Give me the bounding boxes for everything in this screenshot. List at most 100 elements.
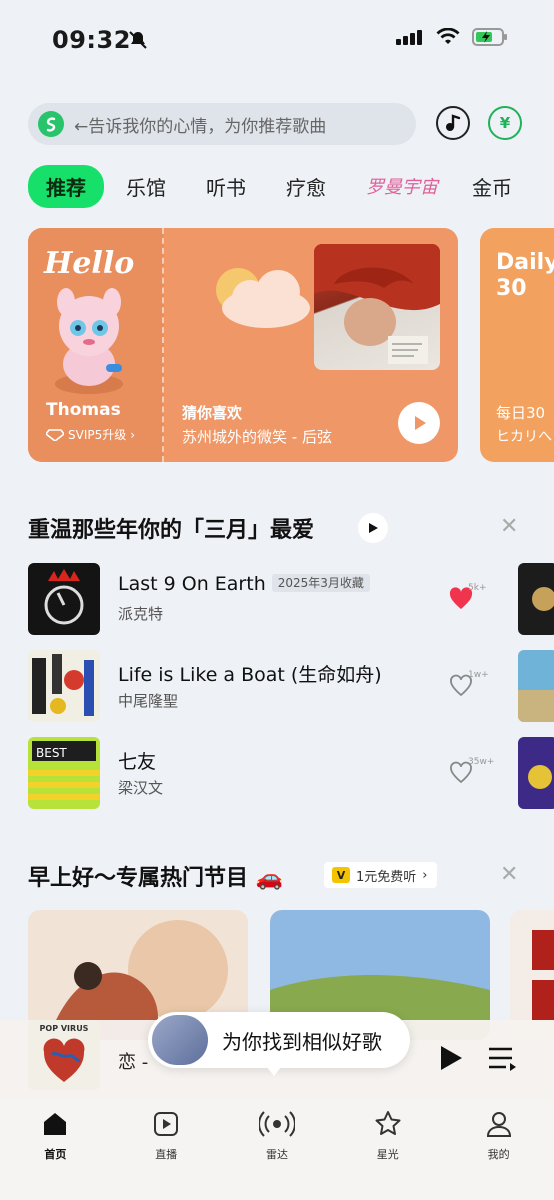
song-title: 七友 xyxy=(118,751,157,773)
close-icon[interactable]: ✕ xyxy=(500,514,518,539)
tab-music-hall[interactable]: 乐馆 xyxy=(126,172,166,201)
song-title: Last 9 On Earth 2025年3月收藏 xyxy=(118,573,370,595)
play-icon xyxy=(415,416,426,430)
tab-healing[interactable]: 疗愈 xyxy=(286,172,326,201)
tip-tail xyxy=(266,1066,282,1076)
song-row[interactable]: BEST 七友 梁汉文 35w+ xyxy=(28,737,554,809)
song-row[interactable]: Life is Like a Boat (生命如舟) 中尾隆聖 1w+ xyxy=(28,650,554,722)
cover-text: POP VIRUS xyxy=(39,1024,89,1033)
wifi-icon xyxy=(436,28,460,44)
nav-label: 星光 xyxy=(376,1148,399,1161)
like-count: 1w+ xyxy=(468,670,489,680)
next-page-thumb[interactable] xyxy=(518,737,554,809)
radar-icon xyxy=(258,1111,295,1137)
mini-player-title: 恋 - xyxy=(118,1052,149,1073)
search-bar[interactable]: ←告诉我你的心情，为你推荐歌曲 xyxy=(28,103,416,145)
search-placeholder: ←告诉我你的心情，为你推荐歌曲 xyxy=(74,116,327,137)
nav-home[interactable]: 首页 xyxy=(0,1100,111,1200)
status-time: 09:32 xyxy=(52,26,131,54)
nav-live[interactable]: 直播 xyxy=(111,1100,222,1200)
song-artist[interactable]: 梁汉文 xyxy=(118,777,163,798)
play-icon[interactable] xyxy=(438,1044,464,1072)
mascot-image xyxy=(55,288,123,394)
tab-gold-coin[interactable]: 金币 xyxy=(472,172,512,201)
guess-you-like-label: 猜你喜欢 xyxy=(182,404,243,422)
status-bar: 09:32 xyxy=(0,0,554,80)
chevron-right-icon: › xyxy=(130,427,136,442)
daily-30-card[interactable]: Daily 30 每日30 ヒカリへ xyxy=(480,228,554,462)
hero-play-button[interactable] xyxy=(398,402,440,444)
song-artist[interactable]: 中尾隆聖 xyxy=(118,690,178,711)
nav-profile[interactable]: 我的 xyxy=(443,1100,554,1200)
similar-song-cover xyxy=(152,1015,208,1065)
music-recognition-button[interactable] xyxy=(436,106,470,140)
nav-label: 首页 xyxy=(44,1148,67,1161)
collection-tag: 2025年3月收藏 xyxy=(271,574,370,592)
section-title-march: 重温那些年你的「三月」最爱 xyxy=(28,518,315,543)
like-count: 5k+ xyxy=(468,583,487,593)
tab-romance-universe[interactable]: 罗曼宇宙 xyxy=(366,173,438,199)
vip-upgrade-link[interactable]: SVIP5升级 › xyxy=(46,426,135,443)
battery-icon xyxy=(472,28,507,46)
daily-30-title: Daily 30 xyxy=(496,250,554,303)
nav-radar[interactable]: 雷达 xyxy=(222,1100,333,1200)
home-icon xyxy=(44,1113,67,1135)
diamond-icon xyxy=(46,428,64,441)
svg-text:BEST: BEST xyxy=(36,746,67,760)
chevron-right-icon: › xyxy=(422,867,428,883)
song-title: Life is Like a Boat (生命如舟) xyxy=(118,664,382,686)
tab-recommend[interactable]: 推荐 xyxy=(28,164,104,208)
mini-player-cover[interactable]: POP VIRUS xyxy=(28,1020,100,1090)
hello-text: Hello xyxy=(44,246,135,281)
mute-bell-icon xyxy=(129,31,147,49)
song-artist[interactable]: 派克特 xyxy=(118,603,163,624)
live-icon xyxy=(154,1112,179,1136)
similar-song-tip[interactable]: 为你找到相似好歌 xyxy=(148,1012,410,1068)
nav-label: 直播 xyxy=(155,1148,178,1161)
daily-30-sub: 每日30 xyxy=(496,404,546,422)
user-card[interactable]: Hello Thomas SVIP5升级 › xyxy=(28,228,164,462)
daily-title-line1: Daily xyxy=(496,250,554,275)
recommend-hero-card[interactable]: Hello Thomas SVIP5升级 › 猜你喜欢 苏州城外的微笑 - 后弦 xyxy=(28,228,458,462)
daily-30-sub2: ヒカリへ xyxy=(496,429,552,445)
promo-label: 1元免费听 xyxy=(356,869,417,885)
profile-icon xyxy=(486,1112,511,1137)
nav-label: 我的 xyxy=(487,1148,510,1161)
singer-portrait xyxy=(314,244,440,364)
playlist-icon[interactable] xyxy=(488,1046,518,1072)
user-name: Thomas xyxy=(46,400,121,420)
signal-icon xyxy=(396,30,422,45)
song-title-text: Last 9 On Earth xyxy=(118,573,266,595)
bottom-nav: 首页 直播 雷达 星光 我的 xyxy=(0,1100,554,1200)
like-count: 35w+ xyxy=(468,757,495,767)
heart-sculpture-icon xyxy=(43,1038,85,1082)
song-cover-image xyxy=(28,650,100,722)
close-icon[interactable]: ✕ xyxy=(500,862,518,887)
daily-title-line2: 30 xyxy=(496,276,527,302)
nav-starlight[interactable]: 星光 xyxy=(332,1100,443,1200)
ai-assistant-icon xyxy=(38,111,64,137)
music-note-icon xyxy=(446,114,461,131)
sun-cloud-icon xyxy=(216,268,310,328)
tip-text: 为你找到相似好歌 xyxy=(222,1029,382,1054)
promo-badge[interactable]: V 1元免费听 › xyxy=(324,862,438,888)
category-tabs: 推荐 乐馆 听书 疗愈 罗曼宇宙 金币 xyxy=(28,164,552,208)
coin-button[interactable]: ¥ xyxy=(488,106,522,140)
vip-badge-icon: V xyxy=(332,867,350,883)
hero-song-title[interactable]: 苏州城外的微笑 - 后弦 xyxy=(182,426,332,447)
section-title-morning: 早上好～专属热门节目 🚗 xyxy=(28,866,284,891)
star-icon xyxy=(375,1111,401,1135)
song-cover-image xyxy=(28,563,100,635)
nav-label: 雷达 xyxy=(265,1148,288,1161)
next-page-thumb[interactable] xyxy=(518,563,554,635)
vip-label: SVIP5升级 xyxy=(68,428,127,442)
section-play-button[interactable] xyxy=(358,513,388,543)
play-icon xyxy=(369,523,378,533)
next-page-thumb[interactable] xyxy=(518,650,554,722)
song-row[interactable]: Last 9 On Earth 2025年3月收藏 派克特 5k+ xyxy=(28,563,554,635)
status-icons xyxy=(396,28,508,46)
album-cover-image[interactable] xyxy=(314,244,440,370)
tab-audiobook[interactable]: 听书 xyxy=(206,172,246,201)
song-cover-image: BEST xyxy=(28,737,100,809)
yuan-icon: ¥ xyxy=(499,114,511,132)
